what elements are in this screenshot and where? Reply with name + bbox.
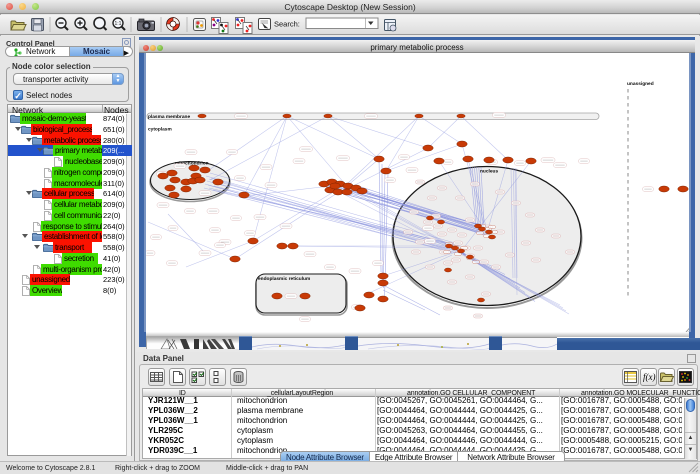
svg-text:1:1: 1:1	[115, 21, 122, 27]
svg-text:plasma membrane: plasma membrane	[148, 114, 190, 120]
svg-text:nucleus: nucleus	[480, 169, 498, 175]
svg-text:endoplasmic reticulum: endoplasmic reticulum	[258, 276, 310, 282]
svg-text:Search:: Search:	[274, 20, 300, 29]
svg-text:cytoplasm: cytoplasm	[148, 127, 172, 133]
svg-text:f(x): f(x)	[643, 372, 656, 382]
svg-text:unassigned: unassigned	[627, 81, 654, 87]
